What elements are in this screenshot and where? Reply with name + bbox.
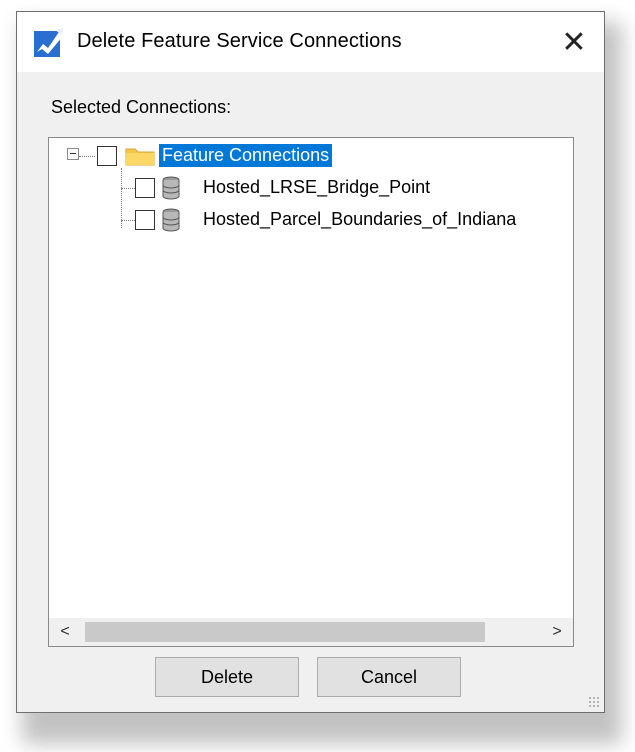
tree-node-item[interactable]: Hosted_Parcel_Boundaries_of_Indiana: [49, 206, 569, 234]
delete-connections-dialog: Delete Feature Service Connections ✕ Sel…: [16, 11, 605, 713]
scroll-thumb[interactable]: [85, 622, 485, 642]
folder-icon: [125, 148, 155, 166]
tree-node-item[interactable]: Hosted_LRSE_Bridge_Point: [49, 174, 569, 202]
item-checkbox[interactable]: [135, 210, 155, 230]
delete-button[interactable]: Delete: [155, 657, 299, 697]
database-icon: [162, 208, 180, 232]
tree-node-root[interactable]: Feature Connections: [49, 142, 569, 170]
chevron-right-icon: >: [552, 623, 562, 640]
scroll-right-button[interactable]: >: [541, 618, 573, 646]
database-icon: [162, 176, 180, 200]
tree-node-label[interactable]: Feature Connections: [159, 144, 333, 167]
title-bar[interactable]: Delete Feature Service Connections ✕: [17, 12, 604, 72]
horizontal-scrollbar[interactable]: < >: [49, 618, 573, 646]
cancel-button[interactable]: Cancel: [317, 657, 461, 697]
scroll-left-button[interactable]: <: [49, 618, 81, 646]
resize-grip-icon[interactable]: [588, 696, 600, 708]
chevron-left-icon: <: [60, 623, 70, 640]
collapse-toggle-icon[interactable]: [67, 148, 79, 160]
dialog-title: Delete Feature Service Connections: [77, 30, 402, 52]
tree-node-label[interactable]: Hosted_Parcel_Boundaries_of_Indiana: [203, 209, 516, 230]
connections-tree[interactable]: Feature Connections Hosted_LRSE_Bridge_P…: [48, 137, 574, 647]
close-button[interactable]: ✕: [552, 20, 596, 64]
item-checkbox[interactable]: [135, 178, 155, 198]
app-icon: [34, 28, 63, 57]
tree-node-label[interactable]: Hosted_LRSE_Bridge_Point: [203, 177, 430, 198]
root-checkbox[interactable]: [97, 146, 117, 166]
close-icon: ✕: [561, 25, 587, 59]
selected-connections-label: Selected Connections:: [51, 97, 232, 117]
